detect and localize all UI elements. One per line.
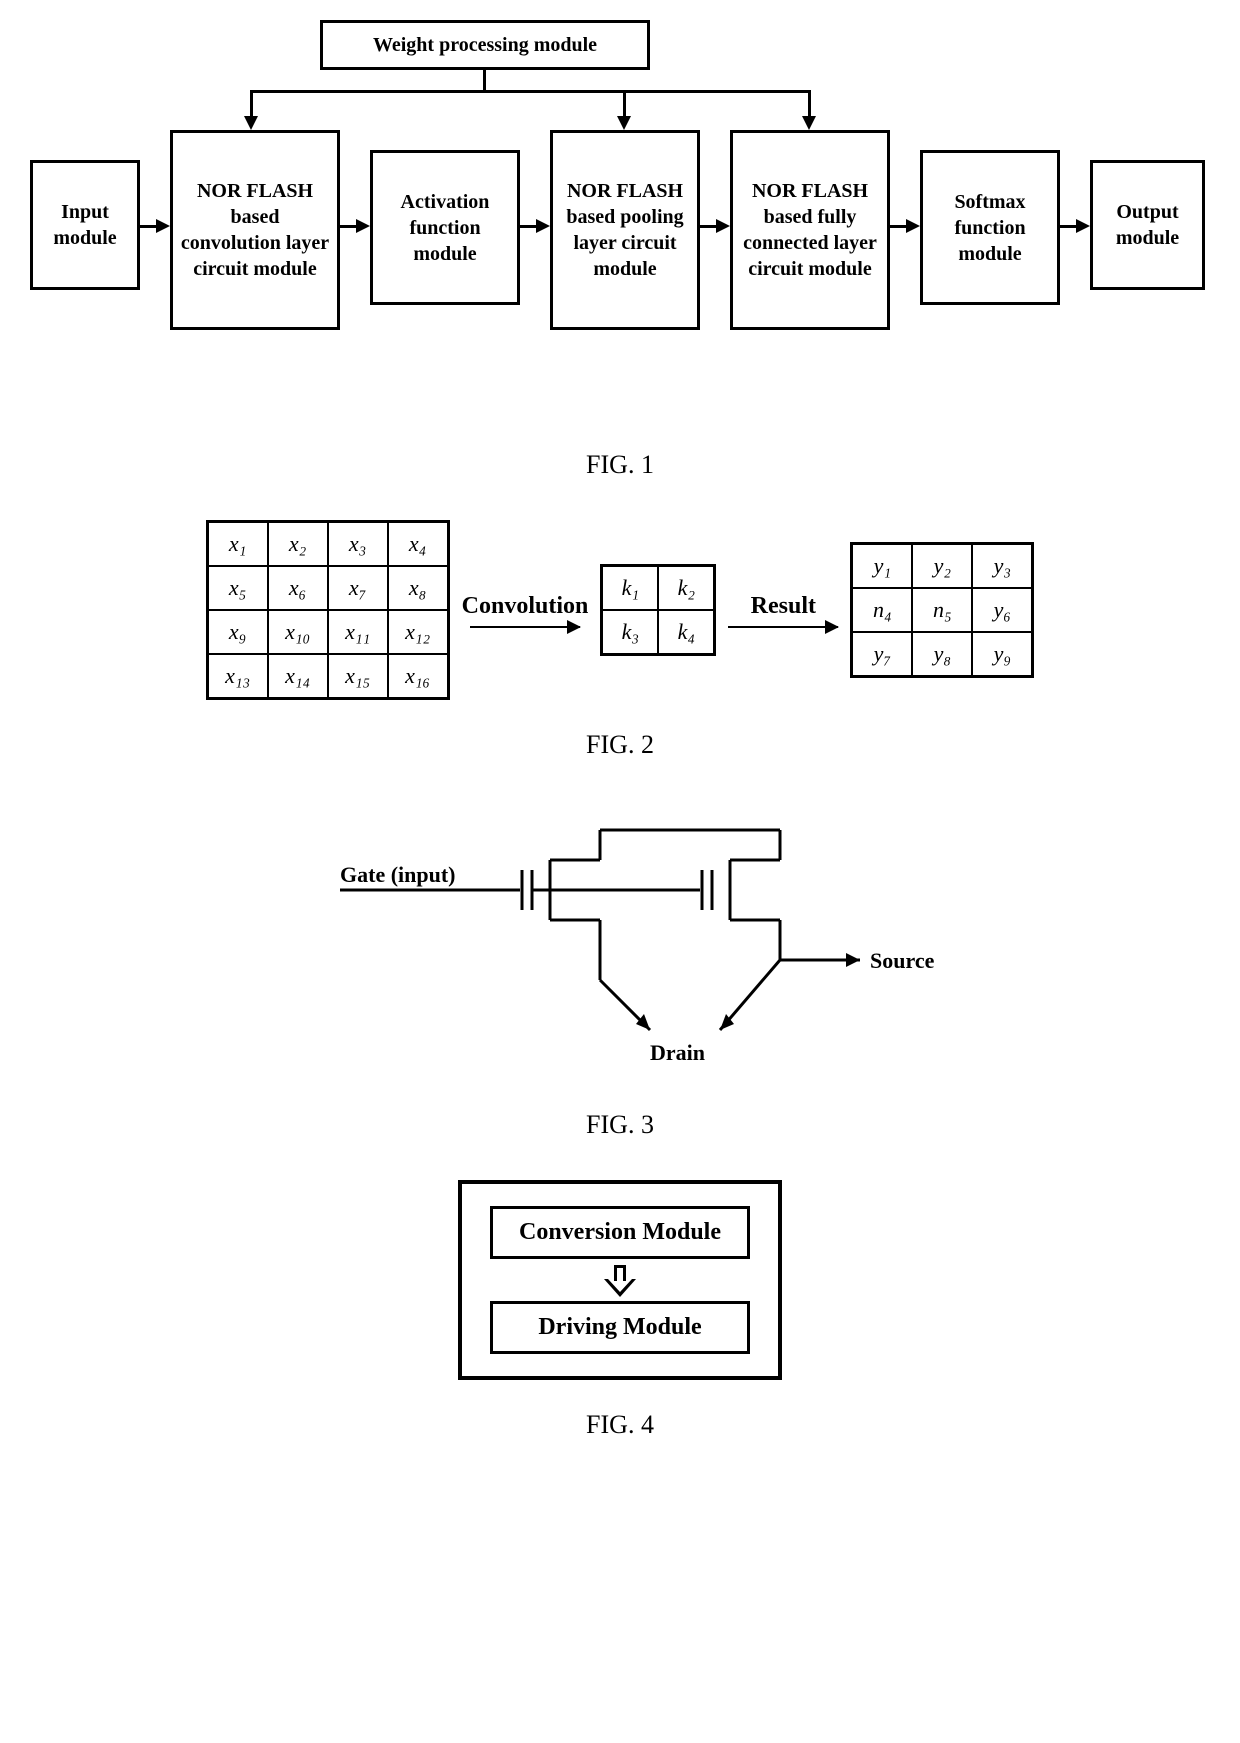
cell: y₂: [912, 544, 972, 588]
arrow-icon: [470, 626, 580, 628]
cell: x₉: [208, 610, 268, 654]
weight-drop-conv: [250, 90, 253, 118]
arrowhead: [906, 219, 920, 233]
cell: y₁: [852, 544, 912, 588]
conv-box: NOR FLASH based convolution layer circui…: [170, 130, 340, 330]
arrow-icon: [728, 626, 838, 628]
fig2-diagram: x₁ x₂ x₃ x₄ x₅ x₆ x₇ x₈ x₉ x₁₀ x₁₁ x₁₂ x…: [20, 520, 1220, 700]
fig3-caption: FIG. 3: [20, 1110, 1220, 1140]
fig4-caption: FIG. 4: [20, 1410, 1220, 1440]
arrowhead: [156, 219, 170, 233]
arrowhead: [617, 116, 631, 130]
transistor-schematic: Gate (input) Drain Source: [300, 800, 940, 1080]
cell: x₅: [208, 566, 268, 610]
cell: n₅: [912, 588, 972, 632]
cell: x₁₁: [328, 610, 388, 654]
softmax-box: Softmax function module: [920, 150, 1060, 305]
cell: y₃: [972, 544, 1032, 588]
output-matrix: y₁ y₂ y₃ n₄ n₅ y₆ y₇ y₈ y₉: [850, 542, 1034, 678]
source-label: Source: [870, 948, 935, 973]
result-arrow-group: Result: [728, 593, 838, 628]
figure-4: Conversion Module Driving Module FIG. 4: [20, 1180, 1220, 1440]
cell: x₁₆: [388, 654, 448, 698]
pool-box: NOR FLASH based pooling layer circuit mo…: [550, 130, 700, 330]
cell: x₁₅: [328, 654, 388, 698]
cell: x₁₂: [388, 610, 448, 654]
conv-arrow-group: Convolution: [462, 593, 589, 628]
output-box: Output module: [1090, 160, 1205, 290]
conv-label: Convolution: [462, 593, 589, 620]
arrowhead: [716, 219, 730, 233]
drain-label: Drain: [650, 1040, 705, 1065]
figure-2: x₁ x₂ x₃ x₄ x₅ x₆ x₇ x₈ x₉ x₁₀ x₁₁ x₁₂ x…: [20, 520, 1220, 760]
fc-box: NOR FLASH based fully connected layer ci…: [730, 130, 890, 330]
cell: k₂: [658, 566, 714, 610]
cell: y₈: [912, 632, 972, 676]
arrowhead: [244, 116, 258, 130]
cell: x₆: [268, 566, 328, 610]
arrowhead: [536, 219, 550, 233]
cell: y₆: [972, 588, 1032, 632]
outer-box: Conversion Module Driving Module: [458, 1180, 782, 1380]
cell: n₄: [852, 588, 912, 632]
fig1-diagram: Weight processing module Input module NO…: [20, 20, 1220, 420]
weight-box: Weight processing module: [320, 20, 650, 70]
input-box: Input module: [30, 160, 140, 290]
cell: x₁₃: [208, 654, 268, 698]
gate-label: Gate (input): [340, 862, 456, 887]
figure-3: Gate (input) Drain Source FIG. 3: [20, 800, 1220, 1140]
cell: x₃: [328, 522, 388, 566]
cell: k₃: [602, 610, 658, 654]
cell: x₁₄: [268, 654, 328, 698]
down-arrow-icon: [608, 1265, 632, 1295]
cell: x₂: [268, 522, 328, 566]
cell: x₁: [208, 522, 268, 566]
arrowhead: [356, 219, 370, 233]
cell: y₇: [852, 632, 912, 676]
activation-box: Activation function module: [370, 150, 520, 305]
cell: y₉: [972, 632, 1032, 676]
weight-stub: [483, 70, 486, 93]
kernel-matrix: k₁ k₂ k₃ k₄: [600, 564, 716, 656]
cell: x₇: [328, 566, 388, 610]
cell: x₁₀: [268, 610, 328, 654]
driving-box: Driving Module: [490, 1301, 750, 1354]
conversion-box: Conversion Module: [490, 1206, 750, 1259]
fig1-caption: FIG. 1: [20, 450, 1220, 480]
cell: x₈: [388, 566, 448, 610]
result-label: Result: [751, 593, 816, 620]
arrowhead: [802, 116, 816, 130]
cell: k₁: [602, 566, 658, 610]
weight-drop-pool: [623, 90, 626, 118]
weight-hline: [250, 90, 810, 93]
fig4-diagram: Conversion Module Driving Module: [20, 1180, 1220, 1380]
weight-drop-fc: [808, 90, 811, 118]
figure-1: Weight processing module Input module NO…: [20, 20, 1220, 480]
input-matrix: x₁ x₂ x₃ x₄ x₅ x₆ x₇ x₈ x₉ x₁₀ x₁₁ x₁₂ x…: [206, 520, 450, 700]
arrowhead: [1076, 219, 1090, 233]
cell: k₄: [658, 610, 714, 654]
cell: x₄: [388, 522, 448, 566]
fig2-caption: FIG. 2: [20, 730, 1220, 760]
fig3-diagram: Gate (input) Drain Source: [20, 800, 1220, 1080]
